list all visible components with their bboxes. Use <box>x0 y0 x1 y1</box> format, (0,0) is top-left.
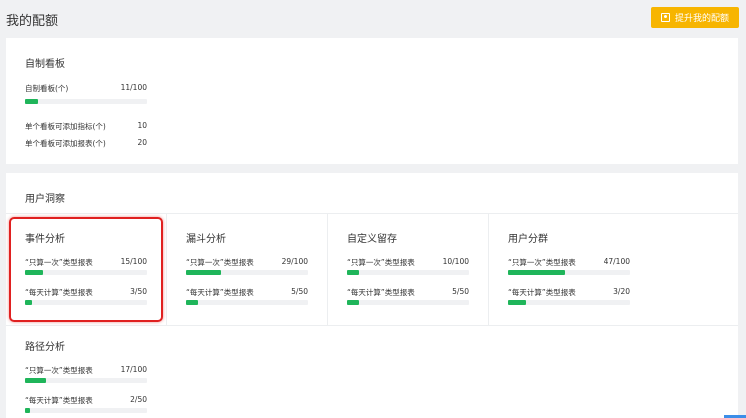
quota-value: 5/50 <box>452 287 469 296</box>
quota-label: “每天计算”类型报表 <box>25 396 93 405</box>
row-divider <box>6 325 738 326</box>
dashboard-reports-row: 单个看板可添加报表(个) 20 <box>25 138 147 149</box>
quota-value: 29/100 <box>281 257 308 266</box>
module-title-event-analysis: 事件分析 <box>25 234 65 245</box>
user-badge-icon <box>660 13 670 22</box>
quota-progress <box>186 270 308 275</box>
upgrade-quota-button[interactable]: 提升我的配额 <box>651 7 739 28</box>
dashboard-metrics-row: 单个看板可添加指标(个) 10 <box>25 121 147 132</box>
quota-row: “只算一次”类型报表 17/100 <box>25 365 147 376</box>
progress-fill <box>347 270 360 275</box>
quota-progress <box>508 270 630 275</box>
dashboard-metrics-label: 单个看板可添加指标(个) <box>25 122 106 131</box>
dashboard-metrics-value: 10 <box>137 121 147 130</box>
progress-fill <box>508 270 566 275</box>
progress-fill <box>25 408 30 413</box>
dashboard-section-title: 自制看板 <box>25 59 65 70</box>
quota-progress <box>347 300 469 305</box>
quota-value: 3/50 <box>130 287 147 296</box>
quota-label: “只算一次”类型报表 <box>25 258 93 267</box>
page-title: 我的配额 <box>6 14 59 29</box>
progress-fill <box>186 270 222 275</box>
quota-progress <box>347 270 469 275</box>
quota-value: 5/50 <box>291 287 308 296</box>
quota-row: “每天计算”类型报表 3/20 <box>508 287 630 298</box>
quota-progress <box>25 378 147 383</box>
progress-fill <box>186 300 199 305</box>
insights-section-title: 用户洞察 <box>25 194 65 205</box>
quota-label: “每天计算”类型报表 <box>347 288 415 297</box>
module-title-path-analysis: 路径分析 <box>25 342 65 353</box>
quota-row: “只算一次”类型报表 15/100 <box>25 257 147 268</box>
quota-row: “每天计算”类型报表 5/50 <box>347 287 469 298</box>
insights-quota-card: 用户洞察 事件分析 “只算一次”类型报表 15/100 “每天计算”类型报表 3… <box>6 173 738 418</box>
upgrade-quota-label: 提升我的配额 <box>674 14 729 24</box>
quota-label: “每天计算”类型报表 <box>186 288 254 297</box>
quota-row: “每天计算”类型报表 5/50 <box>186 287 308 298</box>
progress-fill <box>25 270 44 275</box>
module-title-funnel-analysis: 漏斗分析 <box>186 234 226 245</box>
quota-row: “只算一次”类型报表 29/100 <box>186 257 308 268</box>
quota-value: 17/100 <box>120 365 147 374</box>
dashboard-count-label: 自制看板(个) <box>25 84 69 93</box>
column-divider <box>327 213 328 325</box>
section-divider <box>6 213 738 214</box>
quota-progress <box>508 300 630 305</box>
quota-label: “每天计算”类型报表 <box>508 288 576 297</box>
quota-label: “每天计算”类型报表 <box>25 288 93 297</box>
quota-value: 15/100 <box>120 257 147 266</box>
quota-row: “只算一次”类型报表 47/100 <box>508 257 630 268</box>
quota-row: “每天计算”类型报表 2/50 <box>25 395 147 406</box>
module-title-custom-retention: 自定义留存 <box>347 234 397 245</box>
dashboard-count-progress <box>25 99 147 104</box>
progress-fill <box>25 378 46 383</box>
progress-fill <box>347 300 360 305</box>
quota-row: “只算一次”类型报表 10/100 <box>347 257 469 268</box>
quota-label: “只算一次”类型报表 <box>347 258 415 267</box>
quota-value: 3/20 <box>613 287 630 296</box>
dashboard-count-row: 自制看板(个) 11/100 <box>25 83 147 94</box>
quota-value: 47/100 <box>603 257 630 266</box>
quota-label: “只算一次”类型报表 <box>186 258 254 267</box>
quota-progress <box>25 408 147 413</box>
quota-value: 2/50 <box>130 395 147 404</box>
column-divider <box>166 213 167 325</box>
quota-value: 10/100 <box>442 257 469 266</box>
dashboard-count-value: 11/100 <box>120 83 147 92</box>
progress-fill <box>25 99 39 104</box>
quota-label: “只算一次”类型报表 <box>508 258 576 267</box>
column-divider <box>488 213 489 325</box>
dashboard-quota-card: 自制看板 自制看板(个) 11/100 单个看板可添加指标(个) 10 单个看板… <box>6 38 738 164</box>
quota-row: “每天计算”类型报表 3/50 <box>25 287 147 298</box>
dashboard-reports-label: 单个看板可添加报表(个) <box>25 139 106 148</box>
quota-progress <box>25 270 147 275</box>
quota-progress <box>25 300 147 305</box>
quota-label: “只算一次”类型报表 <box>25 366 93 375</box>
progress-fill <box>25 300 33 305</box>
quota-progress <box>186 300 308 305</box>
progress-fill <box>508 300 527 305</box>
dashboard-reports-value: 20 <box>137 138 147 147</box>
module-title-user-segments: 用户分群 <box>508 234 548 245</box>
